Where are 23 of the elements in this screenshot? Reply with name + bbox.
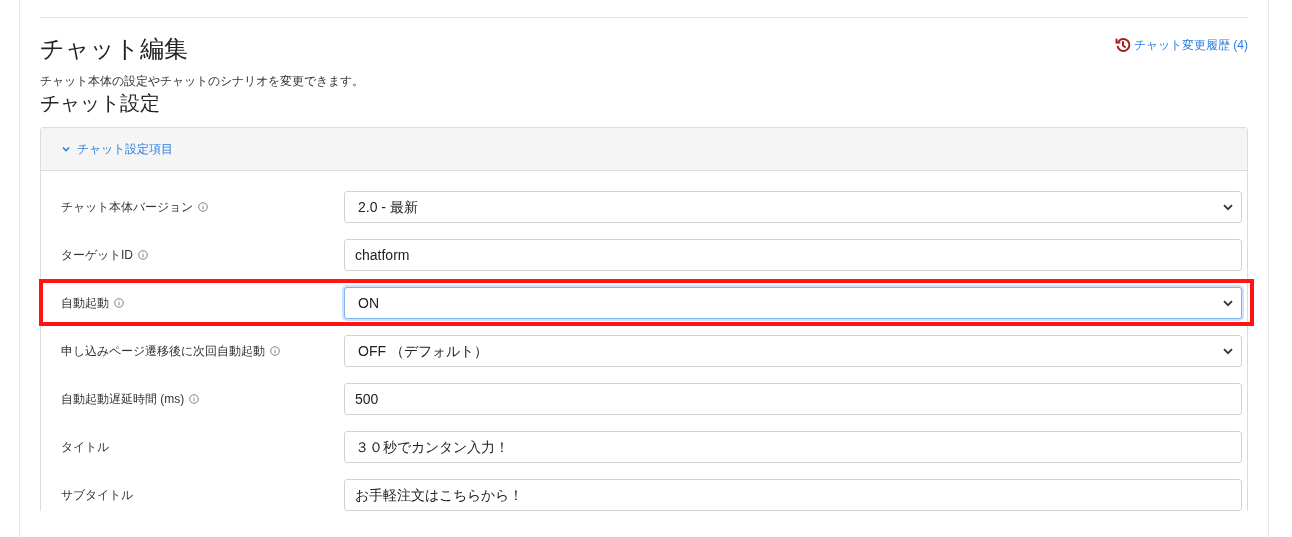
text-field[interactable]: ３０秒でカンタン入力！ <box>344 431 1242 463</box>
text-field[interactable]: 500 <box>344 383 1242 415</box>
section-title: チャット設定 <box>40 91 161 116</box>
field-label: サブタイトル <box>61 487 133 504</box>
history-link[interactable]: チャット変更履歴 (4) <box>1115 36 1248 54</box>
select-field[interactable]: 2.0 - 最新 <box>344 191 1242 223</box>
panel-header[interactable]: チャット設定項目 <box>41 128 1247 171</box>
history-icon <box>1115 37 1131 53</box>
field-label: 自動起動遅延時間 (ms) <box>61 391 185 408</box>
caret-icon <box>1223 203 1233 211</box>
field-label: 申し込みページ遷移後に次回自動起動 <box>61 343 265 360</box>
field-label: 自動起動 <box>61 295 109 312</box>
text-field[interactable]: chatform <box>344 239 1242 271</box>
field-label: チャット本体バージョン <box>61 199 193 216</box>
text-field[interactable]: お手軽注文はこちらから！ <box>344 479 1242 511</box>
field-label: タイトル <box>61 439 109 456</box>
caret-icon <box>1223 347 1233 355</box>
page-description: チャット本体の設定やチャットのシナリオを変更できます。 <box>40 73 365 89</box>
field-label: ターゲットID <box>61 247 133 264</box>
select-field[interactable]: ON <box>344 287 1242 319</box>
select-field[interactable]: OFF （デフォルト） <box>344 335 1242 367</box>
page-title: チャット編集 <box>40 34 188 64</box>
caret-icon <box>1223 299 1233 307</box>
